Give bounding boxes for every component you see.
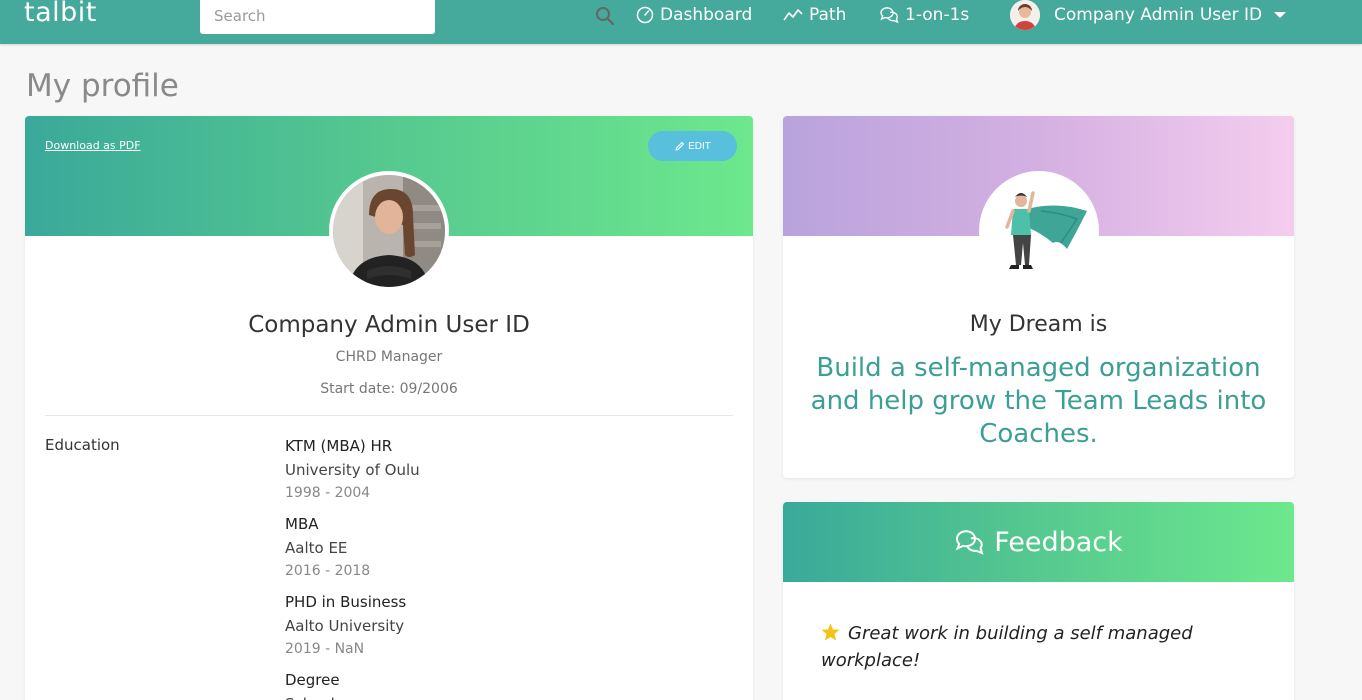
- superhero-illustration: [979, 171, 1099, 291]
- page-title: My profile: [26, 68, 179, 104]
- nav-one-on-ones-label: 1-on-1s: [905, 5, 970, 25]
- profile-start-date: Start date: 09/2006: [320, 381, 458, 397]
- feedback-text: Great work in building a self managed wo…: [821, 623, 1193, 671]
- star-icon: [821, 623, 840, 641]
- education-years: 2016 - 2018: [285, 563, 371, 579]
- search-input[interactable]: [214, 5, 394, 27]
- feedback-banner: Feedback: [783, 502, 1294, 582]
- education-school: University of Oulu: [285, 461, 420, 479]
- line-chart-icon: [783, 9, 803, 21]
- profile-name: Company Admin User ID: [248, 312, 530, 338]
- education-degree: Degree: [285, 671, 340, 689]
- education-item: PHD in Business Aalto University 2019 - …: [285, 590, 705, 660]
- feedback-card: Feedback Great work in building a self m…: [783, 502, 1294, 700]
- gauge-icon: [636, 6, 654, 24]
- dream-heading: My Dream is: [969, 312, 1108, 337]
- education-school: Aalto University: [285, 617, 405, 635]
- education-item: MBA Aalto EE 2016 - 2018: [285, 512, 705, 582]
- education-degree: PHD in Business: [285, 593, 407, 611]
- education-list: KTM (MBA) HR University of Oulu 1998 - 2…: [285, 434, 705, 700]
- feedback-item: Great work in building a self managed wo…: [821, 620, 1251, 674]
- edit-button[interactable]: EDIT: [648, 131, 737, 161]
- nav-dashboard[interactable]: Dashboard: [636, 4, 752, 26]
- dream-text: Build a self-managed organization and he…: [810, 353, 1267, 449]
- education-years: 2019 - NaN: [285, 641, 365, 657]
- education-school: School: [285, 692, 705, 700]
- education-item: Degree School: [285, 668, 705, 700]
- dream-card: My Dream is Build a self-managed organiz…: [783, 116, 1294, 478]
- top-nav: talbit Dashboard Path 1-on-1s: [0, 0, 1362, 44]
- education-school: Aalto EE: [285, 539, 348, 557]
- profile-photo: [329, 171, 449, 291]
- education-degree: MBA: [285, 515, 319, 533]
- profile-card: Download as PDF EDIT Company Admin User …: [25, 116, 753, 700]
- search-icon[interactable]: [595, 6, 615, 26]
- nav-dashboard-label: Dashboard: [660, 5, 753, 25]
- nav-path-label: Path: [809, 5, 847, 25]
- chat-bubbles-icon: [880, 7, 899, 24]
- education-label: Education: [45, 436, 120, 454]
- download-pdf-link[interactable]: Download as PDF: [45, 139, 141, 152]
- education-item: KTM (MBA) HR University of Oulu 1998 - 2…: [285, 434, 705, 504]
- education-degree: KTM (MBA) HR: [285, 437, 393, 455]
- divider: [45, 415, 733, 416]
- chat-bubbles-icon: [955, 529, 984, 555]
- user-menu[interactable]: Company Admin User ID: [1010, 0, 1287, 30]
- nav-one-on-ones[interactable]: 1-on-1s: [879, 4, 969, 26]
- user-name: Company Admin User ID: [1054, 5, 1263, 25]
- edit-button-label: EDIT: [688, 140, 711, 152]
- search-box: [200, 0, 615, 34]
- profile-role: CHRD Manager: [335, 349, 443, 365]
- feedback-title: Feedback: [994, 526, 1123, 558]
- talbit-logo[interactable]: talbit: [24, 0, 97, 28]
- avatar: [1010, 0, 1040, 30]
- nav-path[interactable]: Path: [783, 4, 846, 26]
- pencil-icon: [675, 141, 685, 151]
- caret-down-icon: [1274, 12, 1287, 18]
- education-years: 1998 - 2004: [285, 485, 371, 501]
